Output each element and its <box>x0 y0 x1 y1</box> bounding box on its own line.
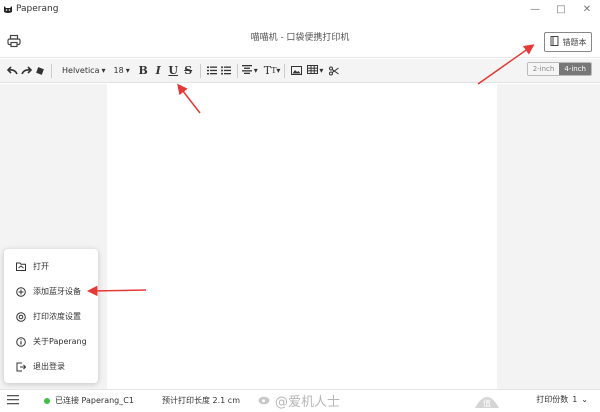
arrow-to-format-buttons <box>177 83 201 114</box>
arrow-to-add-bluetooth <box>87 285 147 297</box>
arrow-to-wrongbook <box>477 44 535 85</box>
annotation-arrows <box>87 44 535 297</box>
